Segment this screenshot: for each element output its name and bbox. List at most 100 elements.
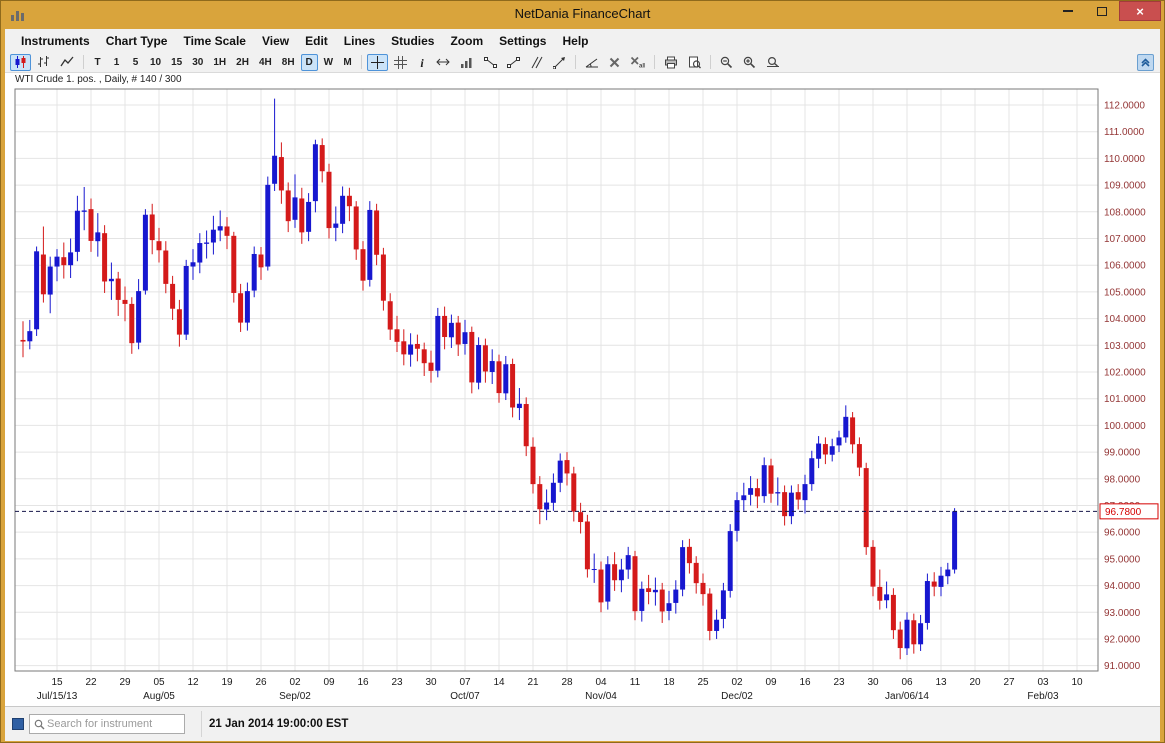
timescale-1h[interactable]: 1H (209, 54, 230, 71)
zoom-reset-button[interactable] (762, 54, 784, 71)
search-input[interactable] (45, 717, 180, 731)
grid-toggle-button[interactable] (390, 54, 411, 71)
svg-text:96.0000: 96.0000 (1104, 528, 1141, 539)
print-preview-button[interactable] (684, 54, 705, 71)
status-divider (201, 711, 202, 737)
timescale-weekly[interactable]: W (320, 54, 337, 71)
timescale-daily[interactable]: D (300, 53, 318, 71)
chart-region: WTI Crude 1. pos. , Daily, # 140 / 300 9… (5, 73, 1160, 706)
menu-item-chart-type[interactable]: Chart Type (98, 31, 176, 51)
svg-text:107.0000: 107.0000 (1104, 234, 1146, 245)
svg-text:26: 26 (255, 677, 267, 688)
svg-text:23: 23 (833, 677, 845, 688)
delete-all-lines-button[interactable]: all (626, 54, 649, 71)
timescale-30m[interactable]: 30 (188, 54, 207, 71)
svg-text:95.0000: 95.0000 (1104, 554, 1141, 565)
maximize-icon (1097, 6, 1107, 16)
minimize-icon (1063, 10, 1073, 12)
timescale-1m[interactable]: 1 (108, 54, 125, 71)
svg-text:03: 03 (1037, 677, 1049, 688)
svg-text:16: 16 (799, 677, 811, 688)
svg-text:04: 04 (595, 677, 607, 688)
timescale-2h[interactable]: 2H (232, 54, 253, 71)
svg-text:27: 27 (1003, 677, 1015, 688)
menu-item-instruments[interactable]: Instruments (13, 31, 98, 51)
menu-item-studies[interactable]: Studies (383, 31, 442, 51)
volume-button[interactable] (456, 54, 478, 71)
toolbar-separator (710, 55, 712, 69)
zoom-in-button[interactable] (739, 54, 760, 71)
svg-text:11: 11 (630, 677, 641, 688)
price-axis: 91.0000 92.0000 93.0000 94.0000 95.0000 96.00… (1104, 101, 1146, 673)
toolbar-separator (361, 55, 363, 69)
angle-lines-icon (585, 56, 599, 69)
scroll-chart-button[interactable] (432, 54, 454, 71)
menu-item-edit[interactable]: Edit (297, 31, 336, 51)
svg-text:93.0000: 93.0000 (1104, 608, 1141, 619)
timescale-10m[interactable]: 10 (146, 54, 165, 71)
angle-lines-button[interactable] (581, 54, 603, 71)
menu-item-zoom[interactable]: Zoom (442, 31, 491, 51)
svg-text:21: 21 (527, 677, 539, 688)
svg-text:Jul/15/13: Jul/15/13 (37, 691, 78, 702)
ray-line-icon (553, 56, 566, 69)
print-button[interactable] (660, 54, 682, 71)
menu-item-view[interactable]: View (254, 31, 297, 51)
crosshair-button[interactable] (367, 53, 389, 71)
svg-text:16: 16 (357, 677, 369, 688)
svg-text:104.0000: 104.0000 (1104, 314, 1146, 325)
line-chart-icon (60, 55, 74, 69)
info-button[interactable]: i (413, 54, 430, 71)
svg-text:100.0000: 100.0000 (1104, 421, 1146, 432)
svg-text:106.0000: 106.0000 (1104, 261, 1146, 272)
toolbar-button-label: D (305, 56, 313, 68)
trendline-up-button[interactable] (503, 54, 524, 71)
ray-line-button[interactable] (549, 54, 570, 71)
chart-type-line-button[interactable] (56, 54, 78, 71)
timescale-5m[interactable]: 5 (127, 54, 144, 71)
chart-type-bars-button[interactable] (33, 54, 54, 71)
menu-item-settings[interactable]: Settings (491, 31, 554, 51)
svg-text:30: 30 (867, 677, 879, 688)
svg-text:29: 29 (119, 677, 131, 688)
price-chart[interactable]: 91.0000 92.0000 93.0000 94.0000 95.0000 96.00… (5, 73, 1162, 706)
menu-item-help[interactable]: Help (554, 31, 596, 51)
timescale-monthly[interactable]: M (339, 54, 356, 71)
trend-line-down-icon (484, 56, 498, 69)
chart-type-candlestick-button[interactable] (10, 53, 31, 71)
delete-icon (609, 57, 620, 68)
timescale-8h[interactable]: 8H (278, 54, 299, 71)
svg-text:98.0000: 98.0000 (1104, 474, 1141, 485)
delete-line-button[interactable] (605, 54, 624, 71)
svg-text:06: 06 (901, 677, 913, 688)
chart-timestamp: 21 Jan 2014 19:00:00 EST (209, 718, 349, 730)
toolbar-button-label: 15 (171, 56, 183, 68)
svg-text:02: 02 (289, 677, 301, 688)
svg-text:Dec/02: Dec/02 (721, 691, 753, 702)
instrument-panel-button[interactable] (1137, 54, 1154, 71)
search-box[interactable] (29, 714, 185, 734)
toolbar: T151015301H2H4H8HDWMiall (5, 52, 1160, 73)
menu-item-lines[interactable]: Lines (336, 31, 383, 51)
menu-item-time-scale[interactable]: Time Scale (175, 31, 253, 51)
titlebar[interactable]: NetDania FinanceChart × (1, 1, 1164, 29)
svg-text:92.0000: 92.0000 (1104, 634, 1141, 645)
zoom-in-icon (743, 56, 756, 69)
close-icon: × (1136, 3, 1144, 19)
parallel-lines-button[interactable] (526, 54, 547, 71)
svg-text:Sep/02: Sep/02 (279, 691, 311, 702)
timescale-15m[interactable]: 15 (167, 54, 186, 71)
timescale-4h[interactable]: 4H (255, 54, 276, 71)
zoom-out-icon (720, 56, 733, 69)
timescale-tick[interactable]: T (89, 54, 106, 71)
toolbar-button-label: T (94, 56, 101, 68)
zoom-out-button[interactable] (716, 54, 737, 71)
trendline-down-button[interactable] (480, 54, 501, 71)
svg-text:13: 13 (935, 677, 947, 688)
svg-text:25: 25 (697, 677, 709, 688)
trend-line-up-icon (507, 56, 521, 69)
maximize-button[interactable] (1085, 1, 1119, 21)
minimize-button[interactable] (1051, 1, 1085, 21)
svg-text:101.0000: 101.0000 (1104, 394, 1146, 405)
close-button[interactable]: × (1119, 1, 1161, 21)
